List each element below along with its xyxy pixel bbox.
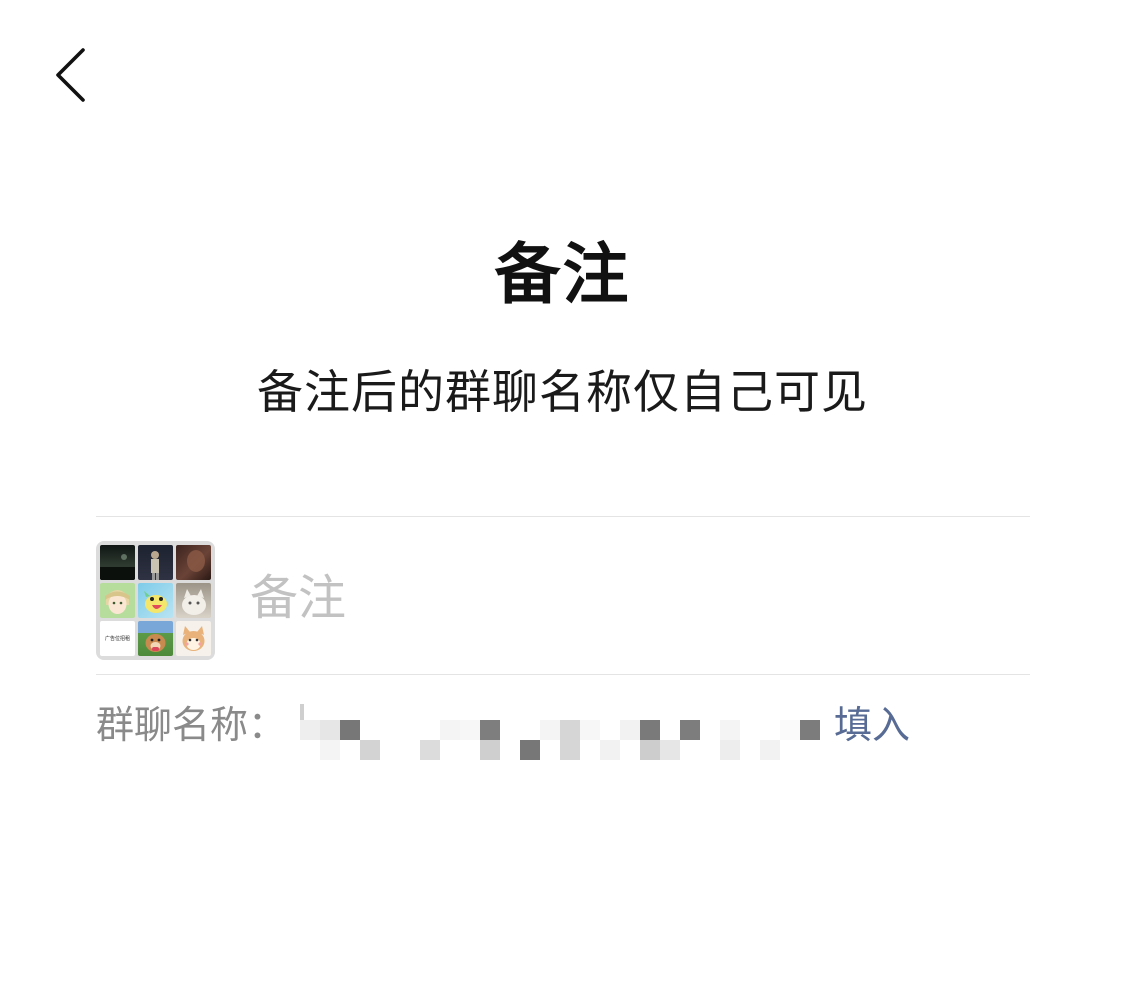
avatar-tile-brown-portrait: [176, 545, 211, 580]
mosaic-block: [660, 740, 680, 760]
divider-bottom: [96, 674, 1030, 675]
avatar-tile-text: 广告位招租: [104, 636, 130, 642]
fill-in-button[interactable]: 填入: [834, 698, 910, 752]
mosaic-block: [340, 720, 360, 740]
avatar-tile-cartoon-shiba: [176, 621, 211, 656]
mosaic-block: [720, 740, 740, 760]
avatar-tile-person-night: [138, 545, 173, 580]
mosaic-block: [780, 720, 800, 740]
mosaic-block: [460, 720, 480, 740]
mosaic-block: [560, 740, 580, 760]
mosaic-block: [580, 720, 600, 740]
avatar-tile-dark-landscape: [100, 545, 135, 580]
mosaic-block: [680, 720, 700, 740]
mosaic-block: [620, 720, 640, 740]
group-name-row: 群聊名称： 填入: [96, 696, 1030, 760]
mosaic-block: [360, 740, 380, 760]
avatar-tile-text-card: 广告位招租: [100, 621, 135, 656]
mosaic-block: [720, 720, 740, 740]
mosaic-block: [300, 720, 320, 740]
mosaic-block: [480, 720, 500, 740]
mosaic-block: [640, 740, 660, 760]
mosaic-block: [640, 720, 660, 740]
divider-top: [96, 516, 1030, 517]
mosaic-block: [420, 740, 440, 760]
mosaic-block: [540, 720, 560, 740]
mosaic-block: [800, 720, 820, 740]
mosaic-block: [320, 720, 340, 740]
page-subtitle: 备注后的群聊名称仅自己可见: [257, 365, 868, 419]
avatar-tile-white-cat: [176, 583, 211, 618]
avatar-tile-cartoon-bird: [138, 583, 173, 618]
mosaic-block: [320, 740, 340, 760]
avatar-tile-anime-boy: [100, 583, 135, 618]
group-name-redacted-mosaic: [300, 704, 840, 760]
mosaic-block: [480, 740, 500, 760]
avatar-tile-dog-grass: [138, 621, 173, 656]
mosaic-block: [560, 720, 580, 740]
mosaic-block: [440, 720, 460, 740]
mosaic-block: [760, 740, 780, 760]
remark-input[interactable]: [250, 560, 1010, 636]
back-button[interactable]: [40, 40, 100, 110]
page-title: 备注: [494, 236, 631, 313]
group-name-label: 群聊名称：: [96, 703, 287, 747]
chevron-left-icon: [56, 48, 85, 102]
mosaic-block: [520, 740, 540, 760]
group-avatar: 广告位招租: [96, 541, 215, 660]
mosaic-block: [600, 740, 620, 760]
